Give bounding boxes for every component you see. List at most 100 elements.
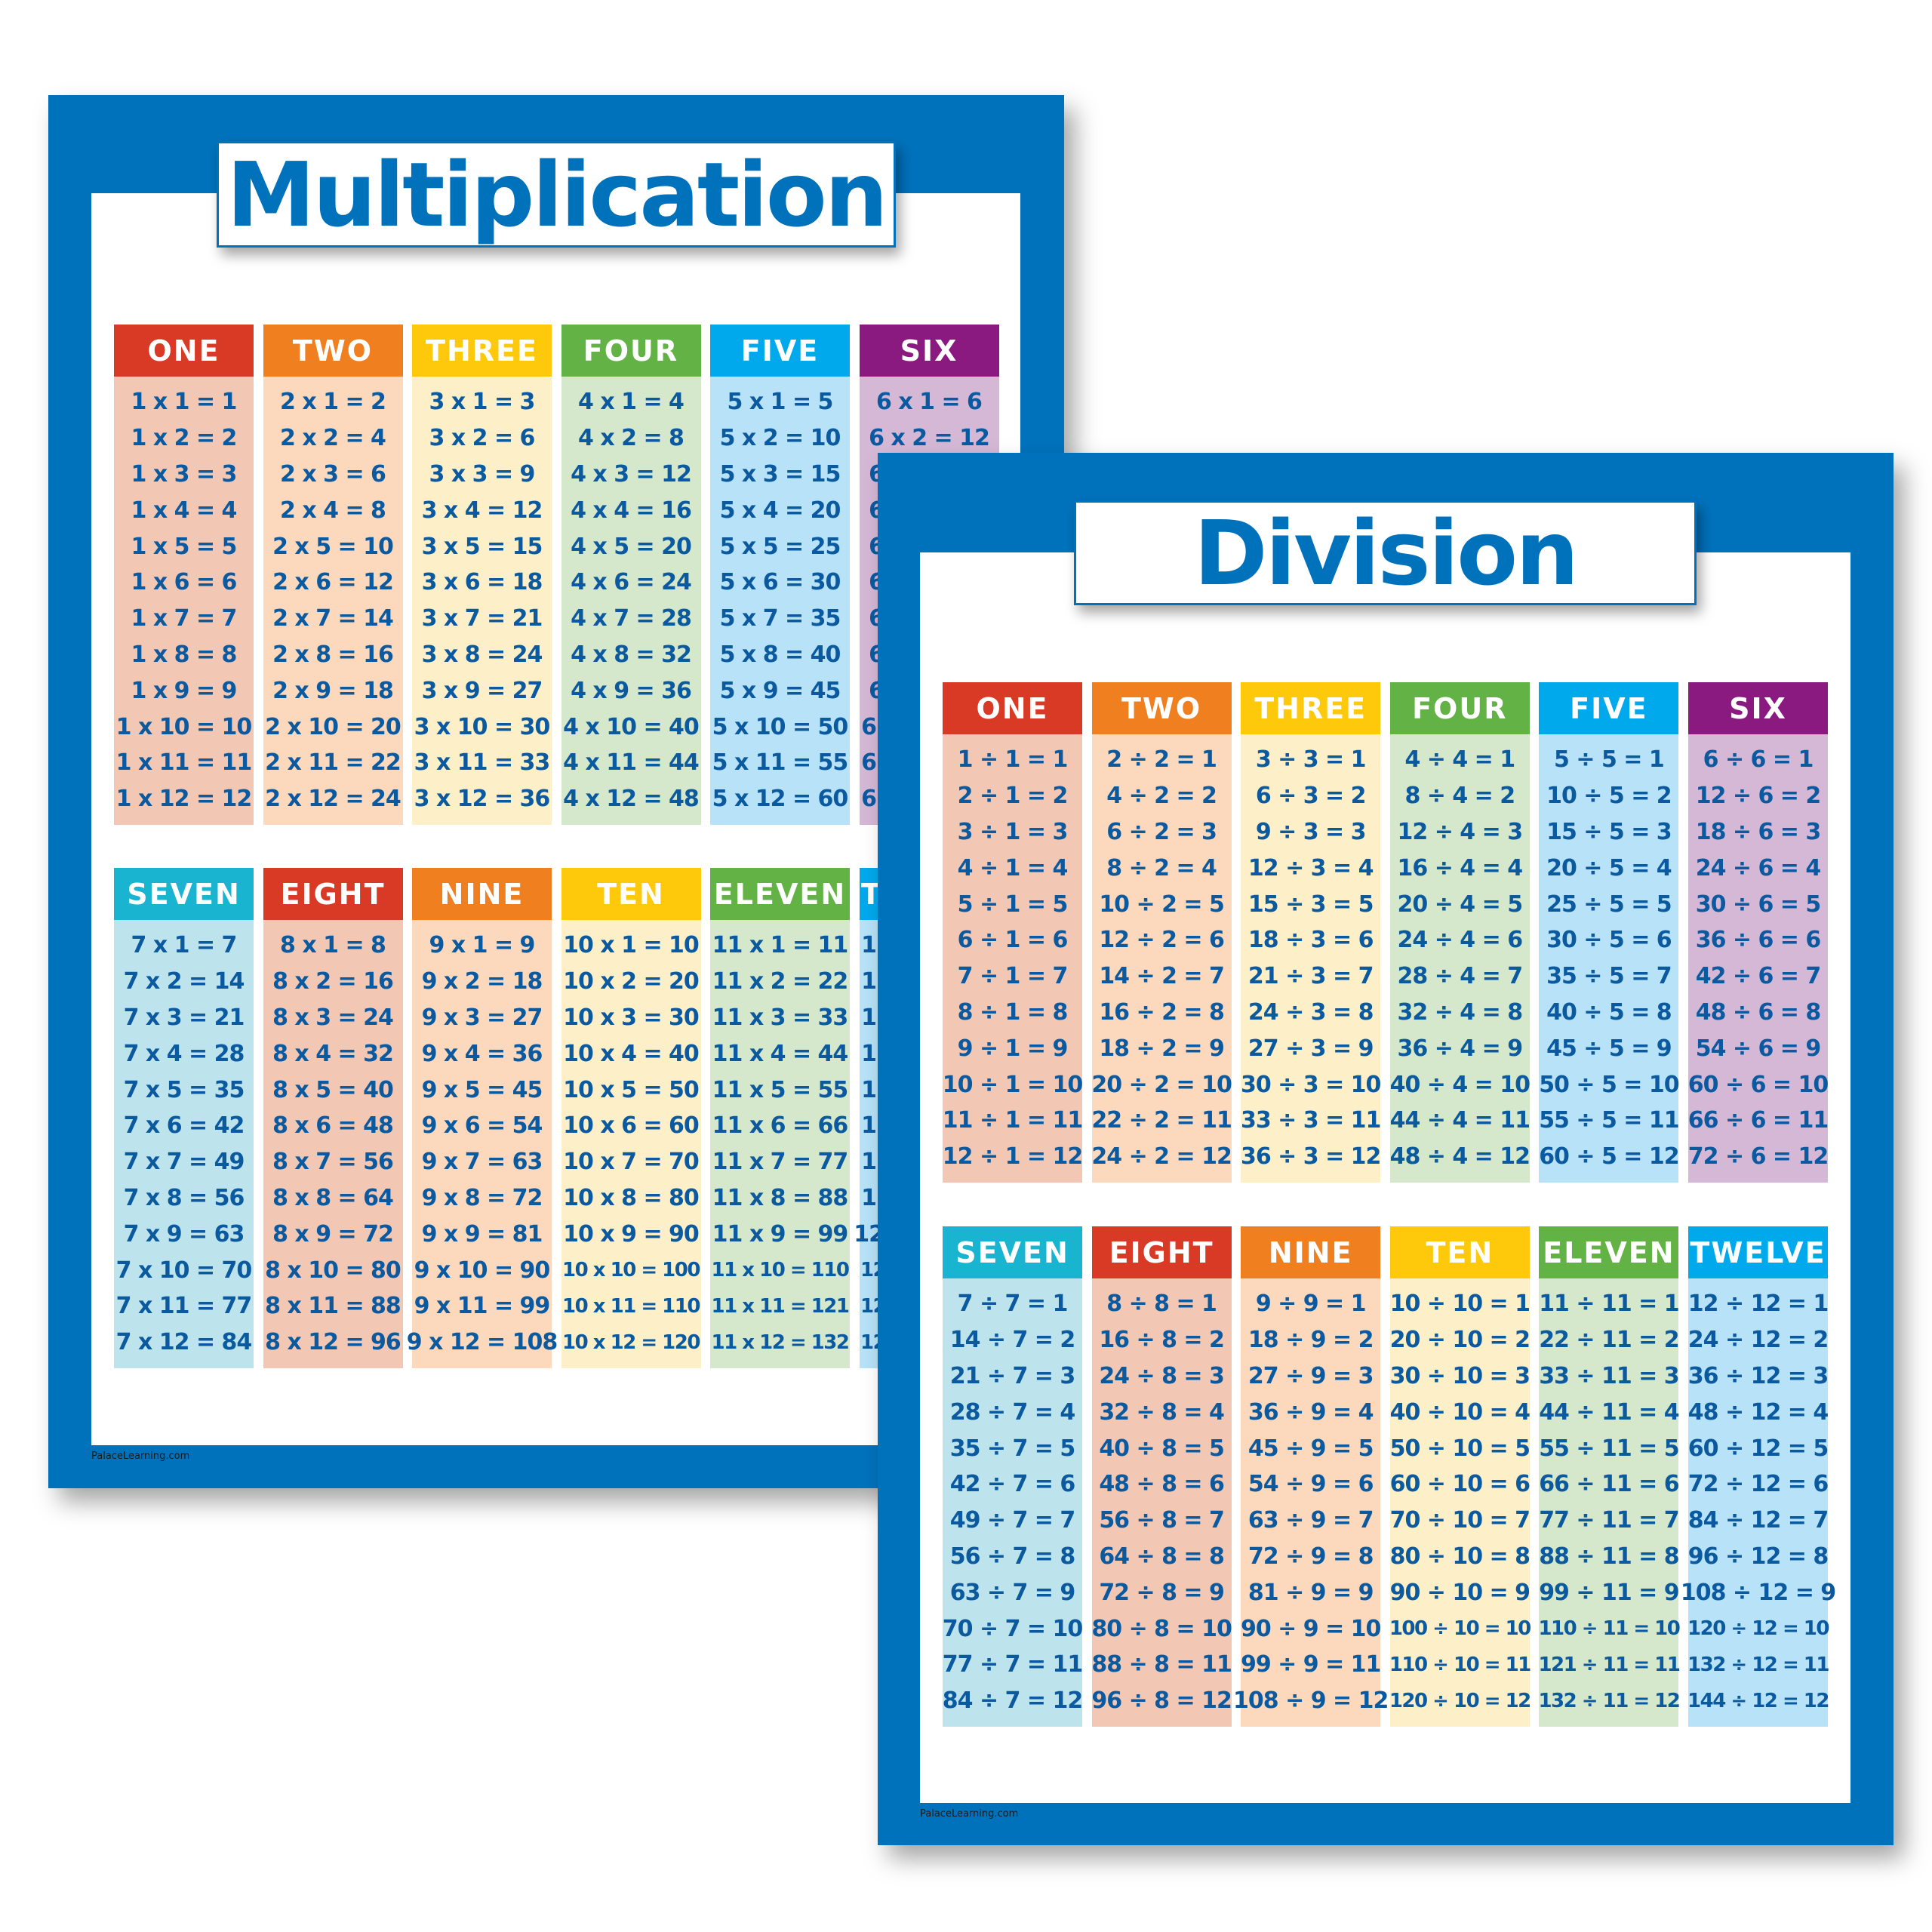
table-fact: 96 ÷ 8 = 12	[1091, 1687, 1232, 1715]
table-fact: 9 x 11 = 99	[414, 1293, 551, 1320]
table-fact: 7 ÷ 7 = 1	[957, 1291, 1069, 1318]
table-fact: 36 ÷ 6 = 6	[1695, 927, 1822, 954]
table-fact: 36 ÷ 12 = 3	[1687, 1362, 1829, 1389]
table-fact: 54 ÷ 9 = 6	[1247, 1471, 1374, 1498]
table-fact: 9 x 8 = 72	[421, 1184, 543, 1211]
table-fact: 2 x 3 = 6	[280, 460, 386, 488]
table-fact: 72 ÷ 12 = 6	[1687, 1471, 1829, 1498]
table-fact: 10 x 11 = 110	[562, 1294, 700, 1318]
table-column-ten: TEN 10 ÷ 10 = 1 20 ÷ 10 = 2 30 ÷ 10 = 3 40 ÷…	[1389, 1226, 1531, 1727]
table-column-seven: SEVEN 7 x 1 = 7 7 x 2 = 14 7 x 3 = 21 7 x 4 …	[114, 868, 254, 1368]
column-body: 3 x 1 = 3 3 x 2 = 6 3 x 3 = 9 3 x 4 = 12 3 x…	[412, 377, 552, 825]
table-fact: 12 ÷ 3 = 4	[1247, 854, 1374, 881]
table-fact: 50 ÷ 5 = 10	[1539, 1071, 1679, 1098]
table-fact: 7 ÷ 1 = 7	[957, 963, 1069, 990]
table-fact: 7 x 6 = 42	[123, 1112, 245, 1140]
table-fact: 6 ÷ 2 = 3	[1106, 818, 1217, 845]
column-body: 4 ÷ 4 = 1 8 ÷ 4 = 2 12 ÷ 4 = 3 16 ÷ 4 = 4 20…	[1390, 734, 1531, 1183]
table-fact: 10 x 12 = 120	[562, 1331, 700, 1354]
table-fact: 5 x 3 = 15	[719, 460, 841, 488]
table-fact: 5 x 6 = 30	[719, 569, 841, 596]
column-header: TWELVE	[1688, 1226, 1828, 1278]
table-fact: 7 x 1 = 7	[131, 932, 238, 959]
table-fact: 30 ÷ 5 = 6	[1546, 927, 1672, 954]
table-fact: 8 ÷ 2 = 4	[1106, 854, 1217, 881]
table-fact: 32 ÷ 4 = 8	[1397, 998, 1524, 1026]
table-fact: 8 ÷ 8 = 1	[1106, 1291, 1217, 1318]
table-fact: 50 ÷ 10 = 5	[1389, 1435, 1531, 1462]
table-fact: 1 x 6 = 6	[131, 569, 238, 596]
table-fact: 36 ÷ 4 = 9	[1397, 1035, 1524, 1062]
table-fact: 2 x 11 = 22	[265, 749, 401, 777]
table-column-four: FOUR 4 ÷ 4 = 1 8 ÷ 4 = 2 12 ÷ 4 = 3 16 ÷ 4 =…	[1390, 682, 1531, 1183]
table-fact: 10 x 2 = 20	[563, 968, 700, 995]
table-fact: 5 x 9 = 45	[719, 677, 841, 704]
table-fact: 66 ÷ 11 = 6	[1539, 1471, 1679, 1498]
table-fact: 2 x 10 = 20	[265, 713, 401, 740]
table-fact: 108 ÷ 12 = 9	[1680, 1579, 1836, 1606]
table-column-nine: NINE 9 ÷ 9 = 1 18 ÷ 9 = 2 27 ÷ 9 = 3 36 ÷ 9 …	[1233, 1226, 1389, 1727]
table-fact: 9 x 6 = 54	[421, 1112, 543, 1140]
table-fact: 4 x 9 = 36	[571, 677, 692, 704]
table-fact: 56 ÷ 8 = 7	[1099, 1507, 1225, 1534]
table-fact: 5 x 1 = 5	[727, 389, 834, 416]
table-fact: 27 ÷ 9 = 3	[1247, 1362, 1374, 1389]
table-fact: 1 x 7 = 7	[131, 605, 238, 632]
table-fact: 2 x 8 = 16	[272, 641, 394, 668]
table-fact: 80 ÷ 8 = 10	[1091, 1615, 1232, 1642]
table-fact: 8 x 2 = 16	[272, 968, 394, 995]
table-fact: 11 x 7 = 77	[712, 1149, 849, 1176]
column-body: 10 ÷ 10 = 1 20 ÷ 10 = 2 30 ÷ 10 = 3 40 ÷ 10…	[1389, 1278, 1531, 1727]
table-fact: 108 ÷ 9 = 12	[1233, 1687, 1389, 1715]
column-header: NINE	[412, 868, 552, 920]
table-fact: 2 x 9 = 18	[272, 677, 394, 704]
table-fact: 18 ÷ 3 = 6	[1247, 927, 1374, 954]
table-fact: 22 ÷ 2 = 11	[1091, 1107, 1232, 1134]
column-body: 4 x 1 = 4 4 x 2 = 8 4 x 3 = 12 4 x 4 = 16 4 …	[561, 377, 701, 825]
table-fact: 2 ÷ 1 = 2	[957, 783, 1069, 810]
table-fact: 8 x 1 = 8	[280, 932, 386, 959]
table-fact: 9 x 5 = 45	[421, 1076, 543, 1103]
table-fact: 28 ÷ 4 = 7	[1397, 963, 1524, 990]
table-fact: 27 ÷ 3 = 9	[1247, 1035, 1374, 1062]
column-body: 5 ÷ 5 = 1 10 ÷ 5 = 2 15 ÷ 5 = 3 20 ÷ 5 = 4 2…	[1539, 734, 1680, 1183]
table-fact: 49 ÷ 7 = 7	[949, 1507, 1076, 1534]
table-fact: 4 x 5 = 20	[571, 533, 692, 560]
table-fact: 24 ÷ 2 = 12	[1091, 1143, 1232, 1171]
table-fact: 8 x 9 = 72	[272, 1220, 394, 1247]
table-fact: 11 ÷ 11 = 1	[1539, 1291, 1679, 1318]
table-column-five: FIVE 5 x 1 = 5 5 x 2 = 10 5 x 3 = 15 5 x 4 =…	[710, 325, 850, 825]
table-fact: 45 ÷ 9 = 5	[1247, 1435, 1374, 1462]
table-fact: 4 ÷ 1 = 4	[957, 854, 1069, 881]
table-column-twelve: TWELVE 12 ÷ 12 = 1 24 ÷ 12 = 2 36 ÷ 12 = 3 4…	[1680, 1226, 1836, 1727]
table-fact: 60 ÷ 10 = 6	[1389, 1471, 1531, 1498]
table-fact: 24 ÷ 6 = 4	[1695, 854, 1822, 881]
table-fact: 1 x 10 = 10	[115, 713, 253, 740]
table-fact: 3 x 3 = 9	[429, 460, 536, 488]
table-fact: 11 x 10 = 110	[711, 1259, 850, 1282]
table-column-eleven: ELEVEN 11 ÷ 11 = 1 22 ÷ 11 = 2 33 ÷ 11 = 3 4…	[1538, 1226, 1681, 1727]
table-fact: 45 ÷ 5 = 9	[1546, 1035, 1672, 1062]
table-fact: 1 x 8 = 8	[131, 641, 238, 668]
table-fact: 10 x 10 = 100	[562, 1259, 700, 1282]
table-fact: 4 x 7 = 28	[571, 605, 692, 632]
table-fact: 99 ÷ 11 = 9	[1539, 1579, 1679, 1606]
table-fact: 40 ÷ 10 = 4	[1389, 1398, 1531, 1426]
table-fact: 90 ÷ 10 = 9	[1389, 1579, 1531, 1606]
table-fact: 12 ÷ 2 = 6	[1099, 927, 1225, 954]
table-fact: 2 x 7 = 14	[272, 605, 394, 632]
table-fact: 11 x 1 = 11	[712, 932, 849, 959]
table-fact: 12 ÷ 12 = 1	[1687, 1291, 1829, 1318]
table-fact: 5 x 10 = 50	[712, 713, 849, 740]
table-fact: 60 ÷ 5 = 12	[1539, 1143, 1679, 1171]
table-fact: 7 x 10 = 70	[115, 1257, 253, 1284]
table-fact: 1 x 5 = 5	[131, 533, 238, 560]
table-fact: 2 x 12 = 24	[265, 786, 401, 813]
table-fact: 11 x 5 = 55	[712, 1076, 849, 1103]
table-fact: 4 x 3 = 12	[571, 460, 692, 488]
table-fact: 80 ÷ 10 = 8	[1389, 1543, 1531, 1570]
table-fact: 12 ÷ 4 = 3	[1397, 818, 1524, 845]
table-fact: 5 x 8 = 40	[719, 641, 841, 668]
table-fact: 3 x 10 = 30	[414, 713, 551, 740]
table-fact: 6 x 1 = 6	[876, 389, 983, 416]
